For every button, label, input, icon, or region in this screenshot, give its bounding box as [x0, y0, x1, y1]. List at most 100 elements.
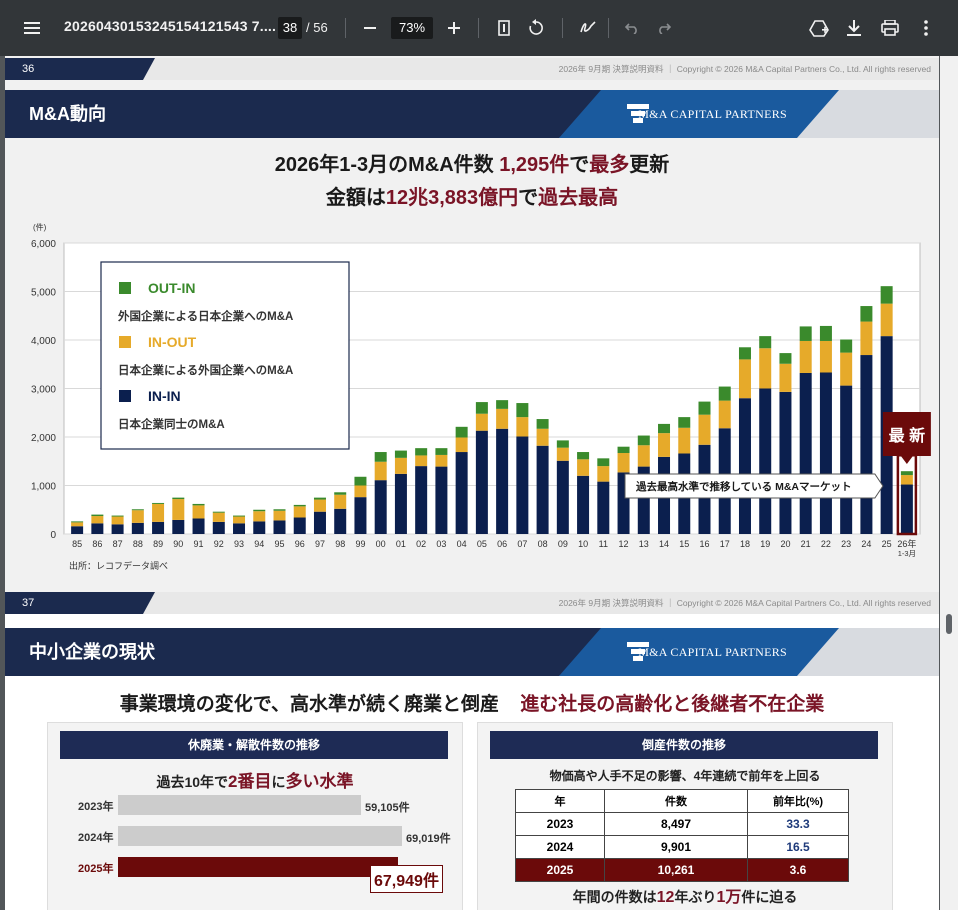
- x-tick-label: 01: [396, 539, 406, 549]
- page-number: 36: [5, 58, 155, 80]
- subtitle-text: 過去10年で: [156, 774, 229, 790]
- bar-segment-in-out: [536, 428, 549, 446]
- scrollbar-thumb[interactable]: [946, 614, 952, 634]
- bar-segment-in-out: [759, 348, 772, 389]
- bar-segment-out-in: [253, 509, 266, 512]
- legend-series-name: OUT-IN: [148, 280, 195, 296]
- pdf-toolbar: 20260430153245154121543 7.... 38 / 56 73…: [0, 0, 958, 56]
- bar-year-label: 2025年: [78, 863, 114, 875]
- bar-segment-in-in: [415, 466, 428, 534]
- fit-page-icon[interactable]: [492, 0, 516, 56]
- headline: 事業環境の変化で、高水準が続く廃業と倒産 進む社長の高齢化と後継者不在企業: [5, 689, 939, 716]
- bar-segment-in-out: [819, 340, 832, 373]
- undo-icon[interactable]: [620, 0, 644, 56]
- toolbar-divider: [478, 18, 479, 38]
- chart-source: 出所：レコフデータ調べ: [69, 561, 169, 571]
- bar-segment-in-out: [860, 321, 873, 356]
- legend-series-name: IN-OUT: [148, 334, 197, 350]
- hamburger-menu-icon[interactable]: [18, 0, 46, 56]
- y-tick-label: 2,000: [31, 433, 56, 444]
- print-icon[interactable]: [877, 0, 903, 56]
- rotate-icon[interactable]: [524, 0, 548, 56]
- bar-segment-out-in: [759, 336, 772, 349]
- drive-icon[interactable]: [806, 0, 832, 56]
- closures-bar-value: 59,105件: [365, 802, 410, 814]
- bar-segment-out-in: [496, 400, 509, 409]
- more-options-icon[interactable]: [914, 0, 938, 56]
- bar-segment-in-out: [799, 340, 812, 373]
- bar-segment-in-out: [111, 516, 124, 525]
- table-cell: 16.5: [747, 835, 849, 859]
- bar-segment-out-in: [516, 403, 529, 418]
- copyright-text: 2026年 9月期 決算説明資料 ｜ Copyright © 2026 M&A …: [558, 64, 931, 74]
- x-tick-label: 1-3月: [898, 549, 916, 558]
- zoom-out-icon[interactable]: [358, 0, 382, 56]
- table-cell: 2024: [515, 835, 605, 859]
- page-total: / 56: [306, 20, 328, 35]
- bar-segment-in-in: [475, 430, 488, 534]
- bar-segment-in-out: [273, 510, 286, 521]
- company-logo-text: M&A CAPITAL PARTNERS: [638, 645, 787, 659]
- document-title: 20260430153245154121543 7....: [64, 18, 277, 34]
- bar-segment-in-out: [637, 445, 650, 467]
- bar-segment-in-out: [617, 453, 630, 473]
- bar-segment-out-in: [152, 502, 165, 504]
- bar-segment-in-out: [152, 503, 165, 522]
- x-tick-label: 07: [517, 539, 527, 549]
- bar-segment-out-in: [374, 452, 387, 462]
- bar-segment-in-out: [293, 506, 306, 518]
- x-tick-label: 03: [436, 539, 446, 549]
- bar-segment-in-in: [334, 508, 347, 534]
- bar-segment-out-in: [455, 426, 468, 438]
- table-cell: 2025: [515, 858, 605, 882]
- toolbar-divider: [345, 18, 346, 38]
- zoom-in-icon[interactable]: [442, 0, 466, 56]
- page-number-input[interactable]: 38: [278, 17, 302, 39]
- y-axis-unit: (件): [33, 222, 47, 232]
- headline-highlight: 12兆3,883億円: [385, 187, 519, 209]
- table-cell: 2023: [515, 812, 605, 836]
- bar-segment-in-in: [71, 526, 84, 534]
- zoom-level-input[interactable]: 73%: [391, 17, 433, 39]
- bar-segment-out-in: [293, 504, 306, 507]
- closures-bar: [118, 795, 361, 815]
- bar-segment-out-in: [637, 435, 650, 446]
- bar-segment-in-in: [111, 524, 124, 534]
- table-cell: 8,497: [604, 812, 748, 836]
- bar-segment-in-out: [71, 522, 84, 527]
- toolbar-divider: [562, 18, 563, 38]
- bar-segment-out-in: [738, 347, 751, 360]
- x-tick-label: 22: [821, 539, 831, 549]
- bar-segment-in-in: [435, 466, 448, 534]
- bar-segment-out-in: [678, 417, 691, 428]
- bar-year-label: 2023年: [78, 801, 114, 813]
- x-tick-label: 14: [659, 539, 669, 549]
- bar-segment-in-out: [698, 414, 711, 445]
- x-tick-label: 10: [578, 539, 588, 549]
- callout-text: 過去最高水準で推移している M&Aマーケット: [635, 480, 852, 493]
- x-tick-label: 13: [639, 539, 649, 549]
- bar-segment-in-out: [779, 363, 792, 392]
- bar-segment-in-in: [738, 398, 751, 534]
- redo-icon[interactable]: [652, 0, 676, 56]
- download-icon[interactable]: [842, 0, 866, 56]
- x-tick-label: 86: [92, 539, 102, 549]
- vertical-scrollbar[interactable]: [940, 56, 958, 910]
- table-cell: 33.3: [747, 812, 849, 836]
- bar-segment-out-in: [860, 306, 873, 322]
- bar-segment-out-in: [840, 339, 853, 353]
- headline-text: で: [569, 154, 590, 176]
- bar-segment-out-in: [435, 448, 448, 455]
- bar-segment-in-in: [799, 372, 812, 534]
- bar-segment-in-out: [253, 511, 266, 522]
- annotate-icon[interactable]: [576, 0, 600, 56]
- panel-title: 倒産件数の推移: [490, 731, 878, 759]
- bar-segment-in-in: [354, 497, 367, 534]
- closures-panel: 休廃業・解散件数の推移 過去10年で2番目に多い水準 2023年 59,105件 2…: [47, 722, 463, 910]
- x-tick-label: 96: [295, 539, 305, 549]
- bar-segment-out-in: [334, 492, 347, 495]
- section-header: M&A動向 M&A CAPITAL PARTNERS: [5, 90, 939, 138]
- headline-text: 金額は: [325, 187, 386, 209]
- bankruptcy-table: 年 件数 前年比(%) 2023 8,497 33.3 2024 9,901 1…: [515, 789, 849, 882]
- bar-segment-out-in: [71, 521, 84, 523]
